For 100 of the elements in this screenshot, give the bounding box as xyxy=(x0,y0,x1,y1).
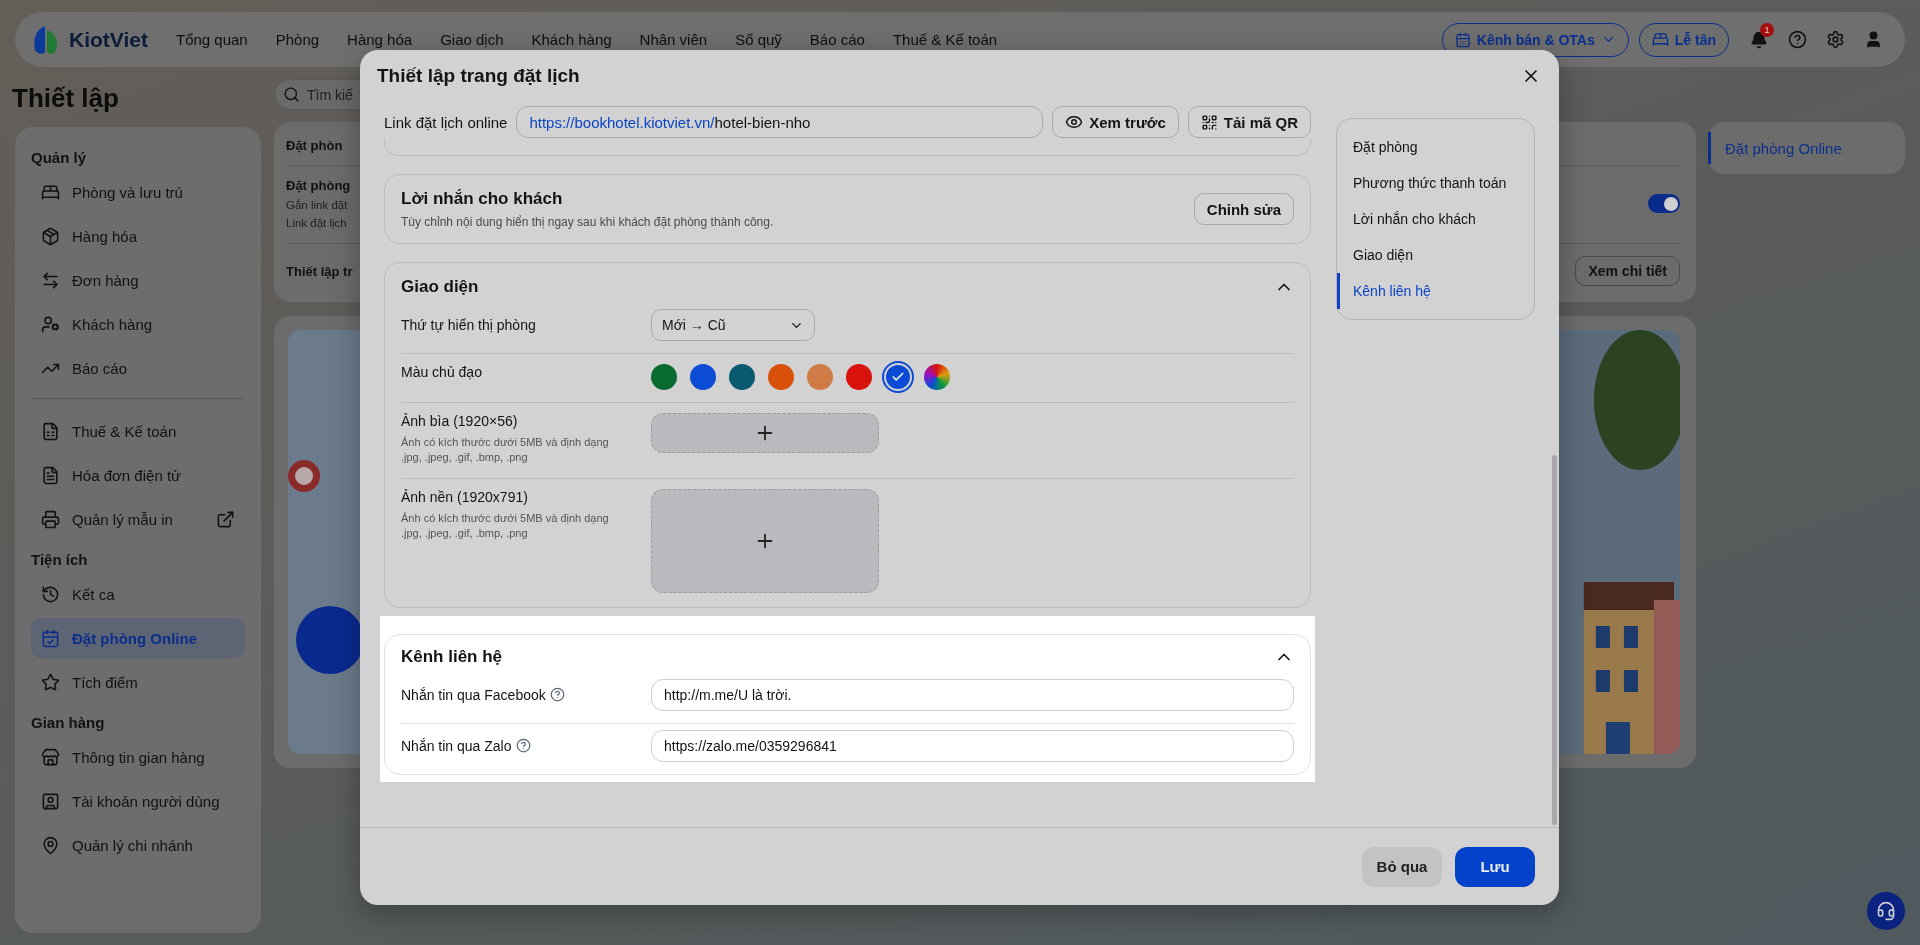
section-title: Giao diện xyxy=(401,277,479,297)
notification-badge: 1 xyxy=(1760,22,1774,37)
nav-link[interactable]: Thuế & Kế toán xyxy=(892,31,998,48)
color-swatch[interactable] xyxy=(651,364,677,390)
link-label: Link đặt lịch online xyxy=(384,113,508,131)
color-swatch[interactable] xyxy=(807,364,833,390)
sidebar-item[interactable]: Quản lý chi nhánh xyxy=(31,825,245,865)
row-description: Gắn link đặt xyxy=(286,199,349,211)
sidebar-label: Quản lý chi nhánh xyxy=(72,836,194,854)
notification-button[interactable]: 1 xyxy=(1741,21,1777,58)
color-swatch[interactable] xyxy=(924,364,950,390)
field-hint: Ảnh có kích thước dưới 5MB và định dạng .jpg, .jpeg, .gif, .bmp, .png xyxy=(401,510,610,542)
color-swatch[interactable] xyxy=(846,364,872,390)
sidebar-item[interactable]: Thông tin gian hàng xyxy=(31,737,245,777)
nav-item[interactable]: Giao diện xyxy=(1337,237,1534,273)
nav-link[interactable]: Tổng quan xyxy=(175,31,248,48)
nav-item[interactable]: Lời nhắn cho khách xyxy=(1337,201,1534,237)
calendar-icon xyxy=(41,628,60,648)
qr-button[interactable]: Tải mã QR xyxy=(1187,106,1311,138)
sort-dropdown[interactable]: Mới → Cũ xyxy=(651,309,815,341)
sidebar-label: Tài khoản người dùng xyxy=(72,792,221,810)
scrollbar-thumb[interactable] xyxy=(1552,455,1557,825)
field-label: Ảnh bìa (1920×56) xyxy=(401,413,519,429)
eye-icon xyxy=(1065,113,1084,131)
store-icon xyxy=(41,747,60,767)
sidebar-label: Hóa đơn điện tử xyxy=(72,466,183,484)
settings-icon xyxy=(1825,30,1845,49)
color-swatch[interactable] xyxy=(729,364,755,390)
user-gear-icon xyxy=(41,314,60,334)
bed-icon xyxy=(1651,31,1669,48)
input-field[interactable]: https://zalo.me/0359296841 xyxy=(651,729,1294,762)
sidebar-label: Kết ca xyxy=(72,585,116,603)
map-pin-icon xyxy=(41,835,60,855)
nav-item[interactable]: Kênh liên hệ xyxy=(1337,273,1534,309)
color-swatch[interactable] xyxy=(768,364,794,390)
help-icon[interactable] xyxy=(549,687,565,703)
sidebar-item[interactable]: Kết ca xyxy=(31,574,245,614)
panel-link[interactable]: Đặt phòng Online xyxy=(1708,132,1905,164)
field-label: Màu chủ đạo xyxy=(401,364,483,380)
section-description: Tùy chỉnh nội dung hiển thị ngay sau khi khách đặt phòng thành công. xyxy=(401,215,774,229)
sidebar-item[interactable]: Hàng hóa xyxy=(31,216,245,256)
nav-link[interactable]: Sổ quỹ xyxy=(735,31,782,48)
sidebar-label: Đặt phòng Online xyxy=(72,629,198,647)
help-icon xyxy=(1787,30,1807,49)
nav-item[interactable]: Phương thức thanh toán xyxy=(1337,165,1534,201)
support-button[interactable] xyxy=(1867,892,1905,930)
field-label: Thứ tự hiển thị phòng xyxy=(401,317,537,333)
nav-link[interactable]: Hàng hóa xyxy=(347,31,413,48)
sidebar-item[interactable]: Phòng và lưu trú xyxy=(31,172,245,212)
color-swatch[interactable] xyxy=(882,361,914,393)
document-icon xyxy=(41,465,60,485)
arrows-icon xyxy=(41,270,60,290)
save-button[interactable]: Lưu xyxy=(1455,846,1535,887)
field-hint: Ảnh có kích thước dưới 5MB và định dạng .jpg, .jpeg, .gif, .bmp, .png xyxy=(401,435,610,466)
sidebar-item[interactable]: Thuế & Kế toán xyxy=(31,411,245,451)
cancel-button[interactable]: Bỏ qua xyxy=(1362,846,1442,887)
section-title: Kênh liên hệ xyxy=(401,646,503,667)
sidebar-item[interactable]: Báo cáo xyxy=(31,348,245,388)
sidebar-label: Báo cáo xyxy=(72,359,129,377)
sidebar-item[interactable]: Tài khoản người dùng xyxy=(31,781,245,821)
section-title: Gian hàng xyxy=(31,713,106,733)
bed-icon xyxy=(41,182,60,202)
field-label: Ảnh nền (1920x791) xyxy=(401,488,529,505)
star-icon xyxy=(41,672,60,692)
section-title: Tiện ích xyxy=(31,550,89,570)
color-swatch[interactable] xyxy=(690,364,716,390)
nav-link[interactable]: Khách hàng xyxy=(531,31,612,48)
field-label: Nhắn tin qua Zalo xyxy=(401,737,512,754)
detail-button[interactable]: Xem chi tiết xyxy=(1575,256,1680,286)
calendar-icon xyxy=(1454,31,1471,48)
sidebar-item[interactable]: Hóa đơn điện tử xyxy=(31,455,245,495)
input-field[interactable]: http://m.me/U là trời. xyxy=(651,678,1294,711)
history-icon xyxy=(41,584,60,604)
sidebar-item[interactable]: Khách hàng xyxy=(31,304,245,344)
sidebar-label: Khách hàng xyxy=(72,315,154,333)
field-label: Nhắn tin qua Facebook xyxy=(401,686,546,703)
section-title: Quản lý xyxy=(31,148,87,168)
nav-link[interactable]: Nhân viên xyxy=(639,31,708,48)
search-icon xyxy=(283,86,300,103)
user-card-icon xyxy=(41,791,60,811)
nav-link[interactable]: Giao dịch xyxy=(440,31,504,48)
sidebar-item[interactable]: Đơn hàng xyxy=(31,260,245,300)
help-icon[interactable] xyxy=(515,738,531,754)
sidebar-item[interactable]: Đặt phòng Online xyxy=(31,618,245,658)
sidebar-item[interactable]: Tích điểm xyxy=(31,662,245,702)
edit-button[interactable]: Chỉnh sửa xyxy=(1193,193,1294,225)
sidebar-label: Thông tin gian hàng xyxy=(72,748,206,766)
logo-text: KiotViet xyxy=(69,27,148,52)
toggle-switch[interactable] xyxy=(1648,194,1680,213)
box-icon xyxy=(41,226,60,246)
preview-button[interactable]: Xem trước xyxy=(1052,106,1179,138)
headset-icon xyxy=(1876,901,1896,921)
nav-link[interactable]: Báo cáo xyxy=(809,31,865,48)
card-title: Đặt phòn xyxy=(286,138,343,153)
nav-link[interactable]: Phòng xyxy=(275,31,320,48)
document-icon xyxy=(41,421,60,441)
sidebar-item[interactable]: Quản lý mẫu in xyxy=(31,499,245,539)
row-title: Thiết lập tr xyxy=(286,263,353,279)
nav-item[interactable]: Đặt phòng xyxy=(1337,129,1534,165)
link-field[interactable]: https://bookhotel.kiotviet.vn/hotel-bien-nho xyxy=(516,106,1044,138)
